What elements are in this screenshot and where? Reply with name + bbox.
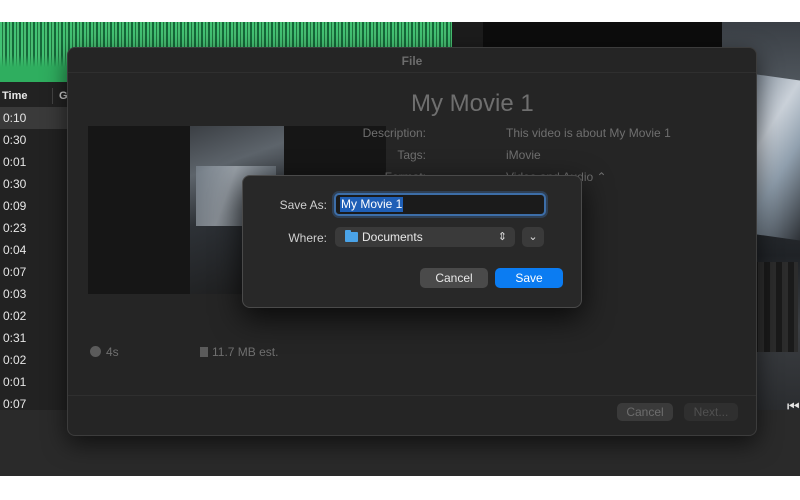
tags-field[interactable]: iMovie (506, 148, 541, 162)
list-item[interactable]: 0:23 (0, 217, 73, 239)
updown-chevron-icon: ⇕ (497, 231, 507, 243)
duration-value: 4s (106, 345, 119, 359)
list-item[interactable]: 0:03 (0, 283, 73, 305)
next-button[interactable]: Next... (684, 403, 738, 421)
chevron-down-icon: ⌄ (528, 231, 538, 243)
list-item[interactable]: 0:31 (0, 327, 73, 349)
updown-chevron-icon: ⌃ (596, 170, 607, 184)
where-value: Documents (362, 230, 423, 244)
list-item[interactable]: 0:07 (0, 261, 73, 283)
sheet-title: File (401, 54, 423, 68)
tags-label: Tags: (397, 148, 426, 162)
filename-value: My Movie 1 (340, 197, 404, 212)
list-item[interactable]: 0:01 (0, 371, 73, 393)
list-item[interactable]: 0:02 (0, 305, 73, 327)
column-header-time[interactable]: Time (2, 90, 27, 102)
duration-info: 4s (90, 345, 119, 359)
size-value: 11.7 MB est. (212, 345, 279, 359)
list-item[interactable]: 0:04 (0, 239, 73, 261)
file-icon (200, 347, 208, 357)
movie-title[interactable]: My Movie 1 (411, 90, 534, 118)
where-label: Where: (288, 231, 327, 245)
cancel-button[interactable]: Cancel (420, 268, 488, 288)
folder-icon (345, 230, 358, 242)
divider (68, 72, 756, 73)
description-label: Description: (362, 126, 426, 140)
where-select[interactable]: Documents ⇕ (335, 227, 515, 247)
list-item[interactable]: 0:09 (0, 195, 73, 217)
column-separator (52, 88, 53, 104)
clock-icon (90, 346, 101, 357)
list-item[interactable]: 0:30 (0, 173, 73, 195)
size-info: 11.7 MB est. (200, 345, 278, 359)
list-item[interactable]: 0:10 (0, 107, 73, 129)
divider (68, 395, 756, 396)
save-button[interactable]: Save (495, 268, 563, 288)
filename-input[interactable]: My Movie 1 (334, 193, 546, 216)
save-dialog: Save As: My Movie 1 Where: Documents ⇕ ⌄… (242, 175, 582, 308)
list-item[interactable]: 0:30 (0, 129, 73, 151)
save-as-label: Save As: (279, 198, 327, 212)
expand-button[interactable]: ⌄ (522, 227, 544, 247)
sheet-cancel-button[interactable]: Cancel (617, 403, 673, 421)
list-item[interactable]: 0:01 (0, 151, 73, 173)
list-item[interactable]: 0:02 (0, 349, 73, 371)
description-field[interactable]: This video is about My Movie 1 (506, 126, 671, 140)
